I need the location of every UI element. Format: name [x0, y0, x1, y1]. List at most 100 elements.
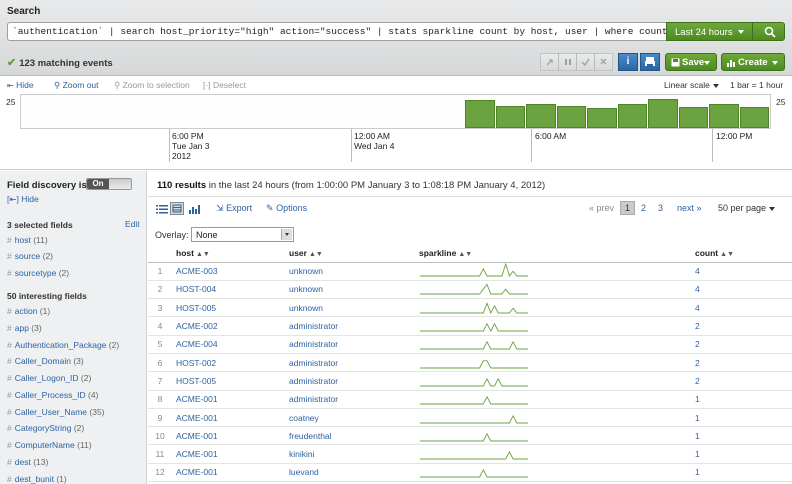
sidebar-field-authentication_package[interactable]: # Authentication_Package (2): [7, 340, 119, 350]
timeline-bar[interactable]: [739, 106, 769, 128]
cell-host[interactable]: ACME-003: [172, 262, 285, 281]
cell-user[interactable]: administrator: [285, 335, 415, 354]
cell-count[interactable]: 1: [691, 408, 792, 428]
cell-user[interactable]: administrator: [285, 316, 415, 336]
cell-user[interactable]: administrator: [285, 390, 415, 409]
table-row[interactable]: 5 ACME-004 administrator 2: [148, 335, 792, 354]
cancel-button[interactable]: [594, 53, 613, 71]
zoom-out-link[interactable]: ⚲ Zoom out: [54, 80, 99, 91]
cell-user[interactable]: unknown: [285, 262, 415, 281]
cell-user[interactable]: unknown: [285, 280, 415, 300]
sidebar-field-host[interactable]: # host (11): [7, 235, 48, 245]
cell-host[interactable]: ACME-002: [172, 316, 285, 336]
deselect-link[interactable]: [·] Deselect: [203, 80, 246, 90]
column-header-host[interactable]: host ▲▼: [172, 245, 285, 263]
cell-host[interactable]: ACME-001: [172, 426, 285, 446]
cell-count[interactable]: 4: [691, 298, 792, 318]
table-view-icon[interactable]: [170, 202, 184, 215]
cell-host[interactable]: ACME-001: [172, 444, 285, 464]
table-row[interactable]: 3 HOST-005 unknown 4: [148, 298, 792, 318]
next-page-link[interactable]: next »: [677, 203, 702, 213]
page-1-button[interactable]: 1: [620, 201, 636, 215]
page-2-link[interactable]: 2: [641, 203, 646, 213]
sidebar-field-action[interactable]: # action (1): [7, 306, 50, 316]
sidebar-field-caller_user_name[interactable]: # Caller_User_Name (35): [7, 407, 105, 417]
timeline-hide-link[interactable]: ⇤ Hide: [7, 80, 34, 90]
cell-host[interactable]: ACME-001: [172, 463, 285, 483]
timeline-bar[interactable]: [709, 104, 739, 128]
timeline-bar[interactable]: [587, 108, 617, 128]
column-header-sparkline[interactable]: sparkline ▲▼: [415, 245, 691, 263]
timeline-bar[interactable]: [648, 98, 678, 128]
cell-user[interactable]: unknown: [285, 298, 415, 318]
list-view-icon[interactable]: [156, 204, 168, 214]
column-header-count[interactable]: count ▲▼: [691, 245, 792, 263]
cell-user[interactable]: administrator: [285, 371, 415, 391]
sidebar-field-caller_process_id[interactable]: # Caller_Process_ID (4): [7, 390, 98, 400]
save-button[interactable]: Save: [665, 53, 717, 71]
table-row[interactable]: 1 ACME-003 unknown 4: [148, 262, 792, 281]
cell-host[interactable]: HOST-005: [172, 371, 285, 391]
pause-button[interactable]: [558, 53, 577, 71]
cell-count[interactable]: 1: [691, 426, 792, 446]
cell-count[interactable]: 1: [691, 390, 792, 409]
table-row[interactable]: 12 ACME-001 luevand 1: [148, 463, 792, 483]
cell-count[interactable]: 1: [691, 463, 792, 483]
sidebar-hide-link[interactable]: [⇤] Hide: [7, 194, 39, 205]
table-row[interactable]: 4 ACME-002 administrator 2: [148, 316, 792, 336]
edit-fields-link[interactable]: Edit: [125, 219, 140, 229]
table-row[interactable]: 9 ACME-001 coatney 1: [148, 408, 792, 428]
options-link[interactable]: ✎ Options: [266, 203, 307, 214]
sidebar-field-dest[interactable]: # dest (13): [7, 457, 48, 467]
job-inspector-button[interactable]: i: [618, 53, 638, 71]
sidebar-field-source[interactable]: # source (2): [7, 251, 53, 261]
timeline-chart[interactable]: [20, 94, 771, 129]
chart-view-icon[interactable]: [188, 204, 200, 214]
cell-host[interactable]: HOST-005: [172, 298, 285, 318]
cell-count[interactable]: 2: [691, 335, 792, 354]
sidebar-field-categorystring[interactable]: # CategoryString (2): [7, 423, 84, 433]
field-discovery-toggle[interactable]: On: [86, 178, 132, 190]
timeline-bar[interactable]: [556, 105, 586, 128]
table-row[interactable]: 2 HOST-004 unknown 4: [148, 280, 792, 300]
per-page-dropdown[interactable]: 50 per page: [718, 203, 776, 213]
cell-user[interactable]: kinikini: [285, 444, 415, 464]
time-range-picker[interactable]: Last 24 hours: [666, 22, 753, 41]
timeline-bar[interactable]: [678, 106, 708, 128]
print-button[interactable]: [640, 53, 660, 71]
table-row[interactable]: 6 HOST-002 administrator 2: [148, 353, 792, 373]
sidebar-field-caller_logon_id[interactable]: # Caller_Logon_ID (2): [7, 373, 91, 383]
cell-host[interactable]: HOST-002: [172, 353, 285, 373]
create-button[interactable]: Create: [721, 53, 785, 71]
overlay-select[interactable]: None: [191, 227, 294, 242]
cell-count[interactable]: 4: [691, 262, 792, 281]
sidebar-field-app[interactable]: # app (3): [7, 323, 42, 333]
prev-page-link[interactable]: « prev: [589, 203, 614, 213]
cell-user[interactable]: coatney: [285, 408, 415, 428]
table-row[interactable]: 8 ACME-001 administrator 1: [148, 390, 792, 409]
finalize-button[interactable]: [576, 53, 595, 71]
cell-count[interactable]: 4: [691, 280, 792, 300]
search-button[interactable]: [752, 22, 785, 41]
timeline-bar[interactable]: [526, 104, 556, 128]
sidebar-field-computername[interactable]: # ComputerName (11): [7, 440, 92, 450]
cell-user[interactable]: administrator: [285, 353, 415, 373]
sidebar-field-sourcetype[interactable]: # sourcetype (2): [7, 268, 69, 278]
page-3-link[interactable]: 3: [658, 203, 663, 213]
scale-dropdown[interactable]: Linear scale: [664, 80, 719, 90]
table-row[interactable]: 7 HOST-005 administrator 2: [148, 371, 792, 391]
table-row[interactable]: 11 ACME-001 kinikini 1: [148, 444, 792, 464]
cell-host[interactable]: HOST-004: [172, 280, 285, 300]
cell-count[interactable]: 2: [691, 371, 792, 391]
timeline-bar[interactable]: [465, 100, 495, 128]
sidebar-field-caller_domain[interactable]: # Caller_Domain (3): [7, 356, 84, 366]
table-row[interactable]: 10 ACME-001 freudenthal 1: [148, 426, 792, 446]
timeline-bar[interactable]: [617, 104, 647, 128]
cell-host[interactable]: ACME-001: [172, 408, 285, 428]
cell-user[interactable]: freudenthal: [285, 426, 415, 446]
cell-host[interactable]: ACME-004: [172, 335, 285, 354]
column-header-user[interactable]: user ▲▼: [285, 245, 415, 263]
cell-count[interactable]: 1: [691, 444, 792, 464]
search-input[interactable]: `authentication` | search host_priority=…: [7, 22, 667, 41]
cell-count[interactable]: 2: [691, 316, 792, 336]
